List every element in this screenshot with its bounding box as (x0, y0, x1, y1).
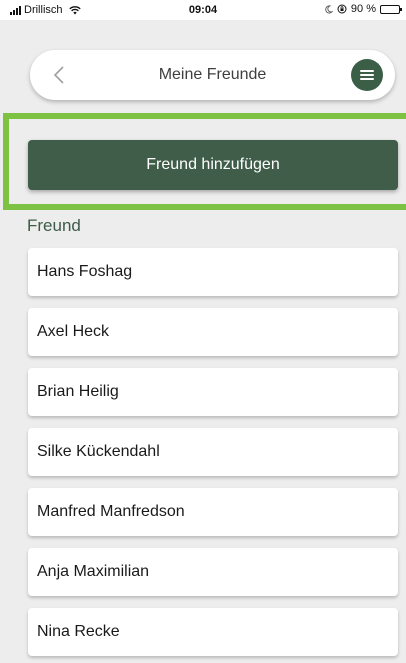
add-friend-button[interactable]: Freund hinzufügen (28, 140, 398, 190)
section-label: Freund (27, 216, 81, 235)
battery-icon (380, 4, 402, 14)
friend-list: Hans Foshag Axel Heck Brian Heilig Silke… (28, 248, 398, 663)
menu-button[interactable] (351, 59, 383, 91)
orientation-lock-icon (337, 4, 347, 14)
friend-list-item[interactable]: Anja Maximilian (28, 548, 398, 596)
friend-list-item[interactable]: Manfred Manfredson (28, 488, 398, 536)
friend-list-item[interactable]: Hans Foshag (28, 248, 398, 296)
status-bar: Drillisch 09:04 90 % (0, 0, 406, 20)
page-title: Meine Freunde (158, 66, 267, 83)
moon-icon (325, 4, 333, 14)
friend-list-item[interactable]: Brian Heilig (28, 368, 398, 416)
friend-list-item[interactable]: Silke Kückendahl (28, 428, 398, 476)
menu-icon (360, 70, 374, 80)
friend-list-item[interactable]: Nina Recke (28, 608, 398, 656)
friend-list-item[interactable]: Axel Heck (28, 308, 398, 356)
battery-percent: 90 % (350, 3, 376, 15)
header-bar: Meine Freunde (30, 50, 395, 100)
status-right: 90 % (324, 3, 402, 15)
